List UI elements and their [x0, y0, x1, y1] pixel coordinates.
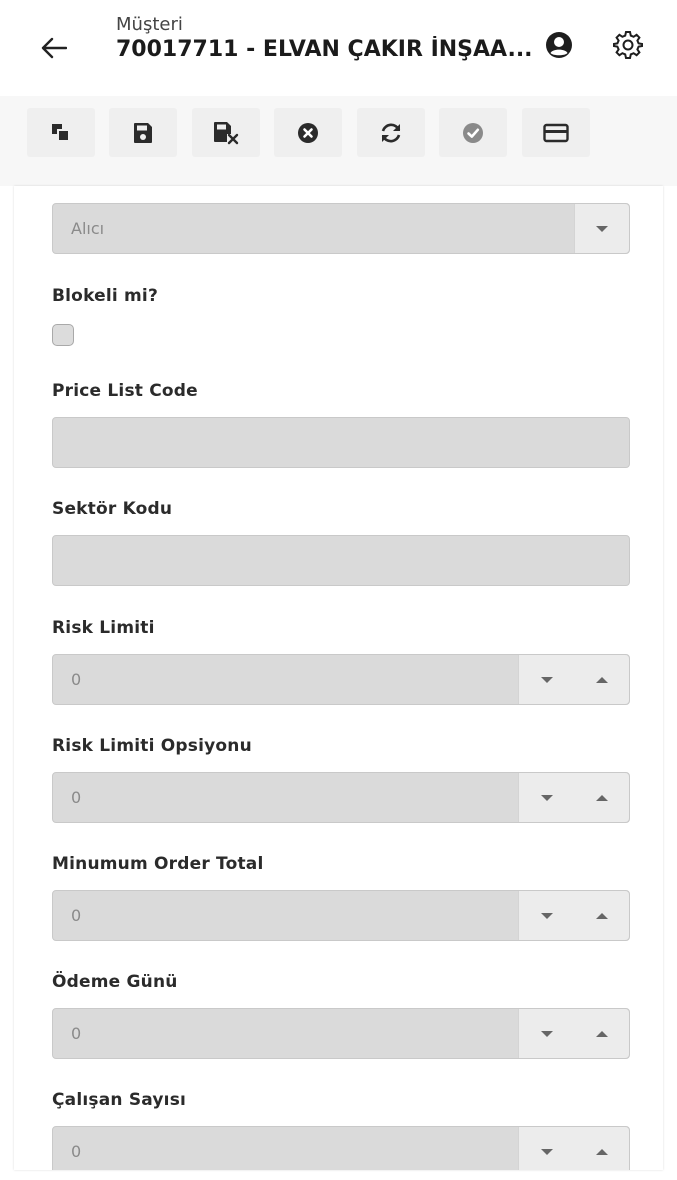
save-and-close-button[interactable] — [192, 108, 260, 157]
employee-count-input[interactable]: 0 — [52, 1126, 630, 1170]
decrement-button[interactable] — [519, 891, 574, 940]
increment-button[interactable] — [574, 1127, 629, 1170]
decrement-button[interactable] — [519, 1127, 574, 1170]
back-button[interactable] — [34, 28, 74, 68]
user-circle-icon — [546, 32, 572, 58]
app-header: Müşteri 70017711 - ELVAN ÇAKIR İNŞAA... — [0, 0, 677, 97]
chevron-down-icon — [540, 794, 553, 801]
check-circle-icon — [463, 122, 483, 143]
increment-button[interactable] — [574, 773, 629, 822]
employee-count-label: Çalışan Sayısı — [52, 1090, 187, 1110]
payment-day-value: 0 — [71, 1024, 82, 1043]
role-select-toggle[interactable] — [574, 204, 629, 253]
cancel-icon — [298, 122, 318, 143]
increment-button[interactable] — [574, 891, 629, 940]
min-order-total-spinner — [518, 891, 629, 940]
save-button[interactable] — [109, 108, 177, 157]
blocked-label: Blokeli mi? — [52, 286, 159, 306]
blocked-checkbox[interactable] — [52, 324, 74, 346]
increment-button[interactable] — [574, 655, 629, 704]
credit-card-icon — [543, 123, 569, 142]
chevron-down-icon — [540, 1148, 553, 1155]
employee-count-spinner — [518, 1127, 629, 1170]
arrow-left-icon — [41, 37, 67, 59]
sector-code-label: Sektör Kodu — [52, 499, 173, 519]
chevron-up-icon — [595, 912, 608, 919]
role-select[interactable]: Alıcı — [52, 203, 630, 254]
chevron-down-icon — [540, 912, 553, 919]
chevron-up-icon — [595, 1030, 608, 1037]
save-close-icon — [214, 121, 239, 144]
payment-day-label: Ödeme Günü — [52, 972, 178, 992]
chevron-down-icon — [596, 225, 608, 232]
increment-button[interactable] — [574, 1009, 629, 1058]
employee-count-value: 0 — [71, 1142, 82, 1161]
refresh-icon — [381, 123, 401, 142]
cancel-button[interactable] — [274, 108, 342, 157]
decrement-button[interactable] — [519, 1009, 574, 1058]
min-order-total-input[interactable]: 0 — [52, 890, 630, 941]
header-titles: Müşteri 70017711 - ELVAN ÇAKIR İNŞAA... — [116, 14, 536, 64]
user-account-button[interactable] — [541, 27, 577, 63]
risk-limit-option-value: 0 — [71, 788, 82, 807]
copy-button[interactable] — [27, 108, 95, 157]
risk-limit-input[interactable]: 0 — [52, 654, 630, 705]
risk-limit-label: Risk Limiti — [52, 618, 155, 638]
chevron-down-icon — [540, 676, 553, 683]
card-button[interactable] — [522, 108, 590, 157]
price-list-code-label: Price List Code — [52, 381, 198, 401]
price-list-code-input[interactable] — [52, 417, 630, 468]
decrement-button[interactable] — [519, 655, 574, 704]
risk-limit-value: 0 — [71, 670, 82, 689]
risk-limit-option-label: Risk Limiti Opsiyonu — [52, 736, 252, 756]
role-select-value: Alıcı — [71, 219, 105, 238]
chevron-up-icon — [595, 676, 608, 683]
min-order-total-label: Minumum Order Total — [52, 854, 264, 874]
page-title: 70017711 - ELVAN ÇAKIR İNŞAA... — [116, 37, 533, 62]
risk-limit-option-spinner — [518, 773, 629, 822]
sector-code-input[interactable] — [52, 535, 630, 586]
copy-icon — [52, 123, 70, 142]
page-subtitle: Müşteri — [116, 14, 183, 35]
approve-button[interactable] — [439, 108, 507, 157]
chevron-up-icon — [595, 794, 608, 801]
risk-limit-spinner — [518, 655, 629, 704]
chevron-up-icon — [595, 1148, 608, 1155]
chevron-down-icon — [540, 1030, 553, 1037]
save-icon — [134, 122, 152, 143]
payment-day-input[interactable]: 0 — [52, 1008, 630, 1059]
decrement-button[interactable] — [519, 773, 574, 822]
action-toolbar — [0, 96, 677, 186]
refresh-button[interactable] — [357, 108, 425, 157]
payment-day-spinner — [518, 1009, 629, 1058]
gear-icon — [613, 31, 643, 59]
risk-limit-option-input[interactable]: 0 — [52, 772, 630, 823]
form-panel: Alıcı Blokeli mi? Price List Code Sektör… — [14, 186, 663, 1170]
settings-button[interactable] — [610, 27, 646, 63]
min-order-total-value: 0 — [71, 906, 82, 925]
